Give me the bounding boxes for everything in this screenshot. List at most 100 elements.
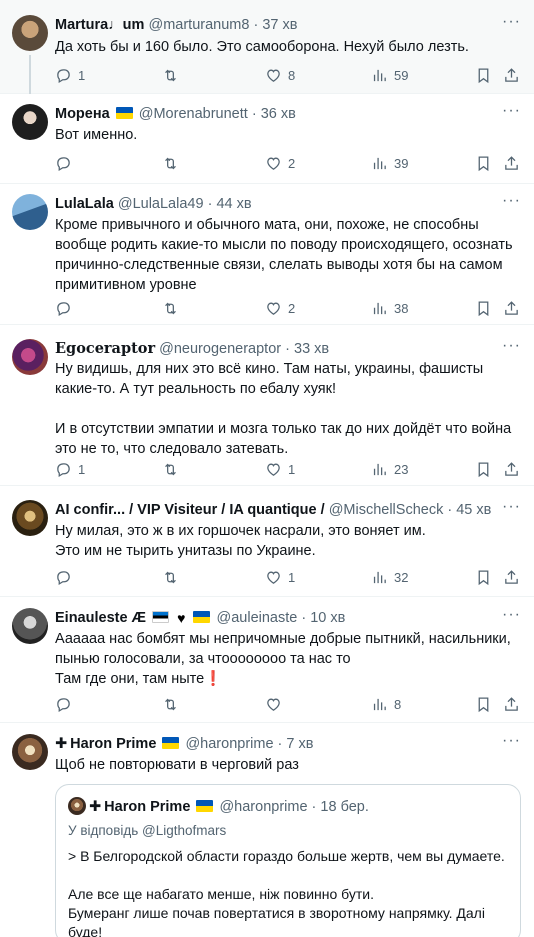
more-icon[interactable]: ···: [502, 607, 520, 628]
views-button[interactable]: 23: [371, 459, 408, 479]
retweet-icon: [162, 569, 179, 586]
tweet[interactable]: Egoceraptor @neurogeneraptor · 33 хв ···…: [0, 326, 534, 486]
more-icon[interactable]: ···: [502, 103, 520, 124]
tweet[interactable]: Морена @Morenabrunett · 36 хв ··· Вот им…: [0, 95, 534, 184]
avatar[interactable]: [12, 15, 48, 51]
like-count: 2: [288, 155, 296, 171]
reply-to-label[interactable]: У відповідь @Ligthofmars: [68, 823, 226, 838]
bookmark-button[interactable]: [475, 298, 492, 318]
author-name[interactable]: Haron Prime: [70, 736, 156, 752]
author-name[interactable]: Einauleste Æ: [55, 610, 146, 626]
avatar: [68, 797, 86, 815]
bookmark-button[interactable]: [475, 694, 492, 714]
reply-button[interactable]: 1: [55, 459, 85, 479]
timestamp[interactable]: 37 хв: [262, 17, 297, 33]
like-button[interactable]: 1: [265, 459, 295, 479]
more-icon[interactable]: ···: [502, 193, 520, 214]
tweet-header: ✚ Haron Prime @haronprime · 7 хв: [55, 734, 494, 754]
more-icon[interactable]: ···: [502, 733, 520, 754]
share-button[interactable]: [503, 567, 520, 587]
like-count: 1: [288, 461, 296, 477]
action-bar: 1 32: [55, 567, 520, 587]
tweet-header: Einauleste Æ ♥ @auleinaste · 10 хв: [55, 608, 494, 628]
author-name[interactable]: AI confir... / VIP Visiteur / IA quantiq…: [55, 502, 325, 518]
separator: ·: [301, 610, 307, 626]
views-button[interactable]: 32: [371, 567, 408, 587]
action-bar: 2 38: [55, 298, 520, 318]
author-handle[interactable]: @neurogeneraptor: [159, 341, 281, 357]
like-button[interactable]: 1: [265, 567, 295, 587]
timestamp[interactable]: 10 хв: [310, 610, 345, 626]
more-icon[interactable]: ···: [502, 338, 520, 359]
author-handle[interactable]: @LulaLala49: [118, 196, 204, 212]
ukraine-flag-icon: [196, 800, 214, 812]
bookmark-icon: [475, 155, 492, 172]
tweet[interactable]: AI confir... / VIP Visiteur / IA quantiq…: [0, 487, 534, 597]
share-button[interactable]: [503, 298, 520, 318]
retweet-button[interactable]: [162, 153, 185, 173]
like-button[interactable]: 8: [265, 65, 295, 85]
tweet-header: Морена @Morenabrunett · 36 хв: [55, 104, 494, 124]
timestamp[interactable]: 45 хв: [456, 502, 491, 518]
share-icon: [503, 569, 520, 586]
author-name[interactable]: Морена: [55, 106, 110, 122]
author-handle[interactable]: @haronprime: [185, 736, 273, 752]
quoted-tweet[interactable]: ✚ Haron Prime @haronprime · 18 бер. У від…: [55, 784, 521, 937]
author-name[interactable]: Egoceraptor: [55, 340, 155, 357]
retweet-button[interactable]: [162, 298, 185, 318]
retweet-button[interactable]: [162, 694, 185, 714]
share-button[interactable]: [503, 65, 520, 85]
tweet[interactable]: LulaLala @LulaLala49 · 44 хв ··· Кроме п…: [0, 185, 534, 325]
share-button[interactable]: [503, 153, 520, 173]
share-button[interactable]: [503, 694, 520, 714]
tweet[interactable]: Einauleste Æ ♥ @auleinaste · 10 хв ··· А…: [0, 598, 534, 723]
author-name[interactable]: LulaLala: [55, 196, 114, 212]
tweet[interactable]: Martura♩um @marturanum8 · 37 хв ··· Да х…: [0, 0, 534, 94]
reply-button[interactable]: [55, 567, 78, 587]
reply-button[interactable]: [55, 153, 78, 173]
author-handle[interactable]: @auleinaste: [217, 610, 298, 626]
timestamp[interactable]: 7 хв: [286, 736, 313, 752]
reply-button[interactable]: 1: [55, 65, 85, 85]
like-button[interactable]: 2: [265, 153, 295, 173]
bookmark-button[interactable]: [475, 65, 492, 85]
author-handle[interactable]: @MischellScheck: [329, 502, 444, 518]
retweet-icon: [162, 155, 179, 172]
avatar[interactable]: [12, 194, 48, 230]
like-button[interactable]: 2: [265, 298, 295, 318]
black-heart-icon: ♥: [177, 610, 186, 626]
reply-icon: [55, 696, 72, 713]
more-icon[interactable]: ···: [502, 14, 520, 35]
bookmark-button[interactable]: [475, 567, 492, 587]
view-count: 39: [394, 155, 409, 171]
avatar[interactable]: [12, 500, 48, 536]
share-button[interactable]: [503, 459, 520, 479]
views-button[interactable]: 59: [371, 65, 408, 85]
views-button[interactable]: 8: [371, 694, 401, 714]
views-button[interactable]: 38: [371, 298, 408, 318]
avatar[interactable]: [12, 608, 48, 644]
author-handle[interactable]: @marturanum8: [148, 17, 249, 33]
bookmark-button[interactable]: [475, 459, 492, 479]
author-name[interactable]: Martura♩um: [55, 17, 144, 33]
reply-button[interactable]: [55, 298, 78, 318]
like-button[interactable]: [265, 694, 288, 714]
ukraine-flag-icon: [162, 737, 180, 749]
avatar[interactable]: [12, 339, 48, 375]
retweet-button[interactable]: [162, 567, 185, 587]
author-handle[interactable]: @Morenabrunett: [139, 106, 248, 122]
like-icon: [265, 67, 282, 84]
timestamp[interactable]: 44 хв: [216, 196, 251, 212]
retweet-button[interactable]: [162, 65, 185, 85]
avatar[interactable]: [12, 734, 48, 770]
avatar[interactable]: [12, 104, 48, 140]
timestamp[interactable]: 33 хв: [294, 341, 329, 357]
views-icon: [371, 155, 388, 172]
more-icon[interactable]: ···: [502, 499, 520, 520]
timestamp[interactable]: 36 хв: [261, 106, 296, 122]
views-button[interactable]: 39: [371, 153, 408, 173]
bookmark-button[interactable]: [475, 153, 492, 173]
thread-line: [29, 55, 31, 94]
reply-button[interactable]: [55, 694, 78, 714]
retweet-button[interactable]: [162, 459, 185, 479]
